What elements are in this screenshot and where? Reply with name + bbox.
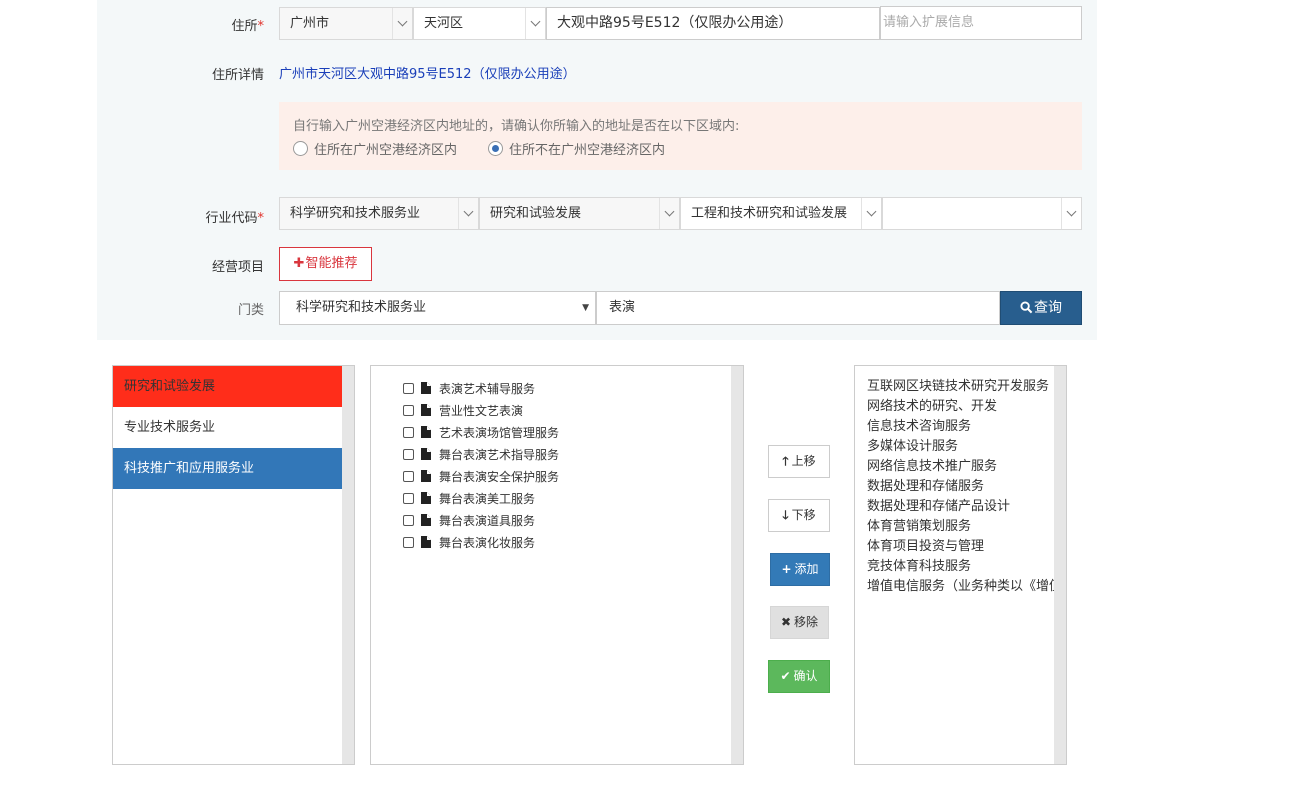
file-icon [421,492,431,504]
plus-icon: ✚ [293,256,305,271]
selected-item[interactable]: 网络信息技术推广服务 [867,455,997,474]
selected-item[interactable]: 竞技体育科技服务 [867,555,971,574]
selected-item[interactable]: 数据处理和存储服务 [867,475,984,494]
checkbox[interactable] [403,514,414,526]
file-icon [421,448,431,460]
checkbox[interactable] [403,382,414,394]
item-tree-panel: 表演艺术辅导服务 营业性文艺表演 艺术表演场馆管理服务 舞台表演艺术指导服务 舞… [370,365,744,765]
category-list-item[interactable]: 科技推广和应用服务业 [113,448,342,489]
airport-zone-notice: 自行输入广州空港经济区内地址的，请确认你所输入的地址是否在以下区域内: 住所在广… [279,102,1082,170]
tree-item[interactable]: 舞台表演道具服务 [403,509,535,531]
address-detail-label: 住所详情 [211,68,264,83]
form-area: 住所* 广州市 天河区 大观中路95号E512（仅限办公用途） 请输入扩展信息 … [97,0,1097,340]
tree-item[interactable]: 表演艺术辅导服务 [403,377,535,399]
address-detail-value: 广州市天河区大观中路95号E512（仅限办公用途） [279,67,576,82]
radio-out-of-zone[interactable]: 住所不在广州空港经济区内 [488,139,665,158]
selected-item[interactable]: 互联网区块链技术研究开发服务 [867,375,1049,394]
business-label: 经营项目 [211,260,264,275]
file-icon [421,470,431,482]
remove-button[interactable]: ✖ 移除 [770,606,829,639]
address-label: 住所* [231,19,264,34]
chevron-down-icon [1061,198,1081,229]
checkbox[interactable] [403,492,414,504]
tree-item[interactable]: 营业性文艺表演 [403,399,523,421]
file-icon [421,514,431,526]
file-icon [421,382,431,394]
radio-icon[interactable] [293,141,308,156]
city-select[interactable]: 广州市 [279,7,413,40]
selected-item[interactable]: 体育项目投资与管理 [867,535,984,554]
category-list-item[interactable]: 专业技术服务业 [113,407,342,448]
industry-label: 行业代码* [205,211,264,226]
plus-icon: + [781,562,792,576]
category-select[interactable]: 科学研究和技术服务业 ▼ [279,291,596,325]
chevron-down-icon [392,8,412,39]
query-button[interactable]: 查询 [1000,291,1082,325]
file-icon [421,426,431,438]
scrollbar[interactable] [731,366,743,764]
selected-item[interactable]: 多媒体设计服务 [867,435,958,454]
close-icon: ✖ [780,615,792,629]
selected-item[interactable]: 信息技术咨询服务 [867,415,971,434]
add-button[interactable]: + 添加 [770,553,830,586]
chevron-down-icon [659,198,679,229]
checkbox[interactable] [403,426,414,438]
file-icon [421,404,431,416]
category-list-panel: 研究和试验发展 专业技术服务业 科技推广和应用服务业 [112,365,355,765]
radio-checked-icon[interactable] [488,141,503,156]
checkbox[interactable] [403,448,414,460]
move-up-button[interactable]: 🡑 上移 [768,445,830,478]
selected-item[interactable]: 网络技术的研究、开发 [867,395,997,414]
selected-item[interactable]: 数据处理和存储产品设计 [867,495,1010,514]
category-list-item[interactable]: 研究和试验发展 [113,366,342,407]
keyword-input[interactable]: 表演 [596,291,1000,325]
smart-recommend-button[interactable]: ✚智能推荐 [279,247,372,281]
chevron-down-icon [525,8,545,39]
district-select[interactable]: 天河区 [413,7,546,40]
tree-item[interactable]: 舞台表演艺术指导服务 [403,443,559,465]
chevron-down-icon [861,198,881,229]
extra-address-input[interactable]: 请输入扩展信息 [880,6,1082,40]
scrollbar[interactable] [342,366,354,764]
confirm-button[interactable]: ✔ 确认 [768,660,830,693]
tree-item[interactable]: 舞台表演化妆服务 [403,531,535,553]
industry-level3-select[interactable]: 工程和技术研究和试验发展 [680,197,882,230]
industry-level1-select[interactable]: 科学研究和技术服务业 [279,197,479,230]
arrow-up-icon: 🡑 [782,454,789,468]
tree-item[interactable]: 舞台表演美工服务 [403,487,535,509]
selected-item[interactable]: 体育营销策划服务 [867,515,971,534]
checkbox[interactable] [403,536,414,548]
tree-item[interactable]: 艺术表演场馆管理服务 [403,421,559,443]
check-icon: ✔ [780,669,791,683]
radio-in-zone[interactable]: 住所在广州空港经济区内 [293,139,457,158]
industry-level4-select[interactable] [882,197,1082,230]
industry-level2-select[interactable]: 研究和试验发展 [479,197,680,230]
tree-item[interactable]: 舞台表演安全保护服务 [403,465,559,487]
caret-down-icon: ▼ [582,303,589,313]
street-input[interactable]: 大观中路95号E512（仅限办公用途） [546,7,880,40]
chevron-down-icon [458,198,478,229]
arrow-down-icon: 🡓 [782,508,789,522]
selected-item[interactable]: 增值电信服务（业务种类以《增值电信业务经营许可证》载明内容为准） [867,575,1066,594]
file-icon [421,536,431,548]
search-icon [1020,301,1033,314]
checkbox[interactable] [403,470,414,482]
notice-message: 自行输入广州空港经济区内地址的，请确认你所输入的地址是否在以下区域内: [293,119,740,134]
move-down-button[interactable]: 🡓 下移 [768,499,830,532]
selected-items-panel: 互联网区块链技术研究开发服务 网络技术的研究、开发 信息技术咨询服务 多媒体设计… [854,365,1067,765]
scrollbar[interactable] [1054,366,1066,764]
category-label: 门类 [237,303,264,318]
checkbox[interactable] [403,404,414,416]
